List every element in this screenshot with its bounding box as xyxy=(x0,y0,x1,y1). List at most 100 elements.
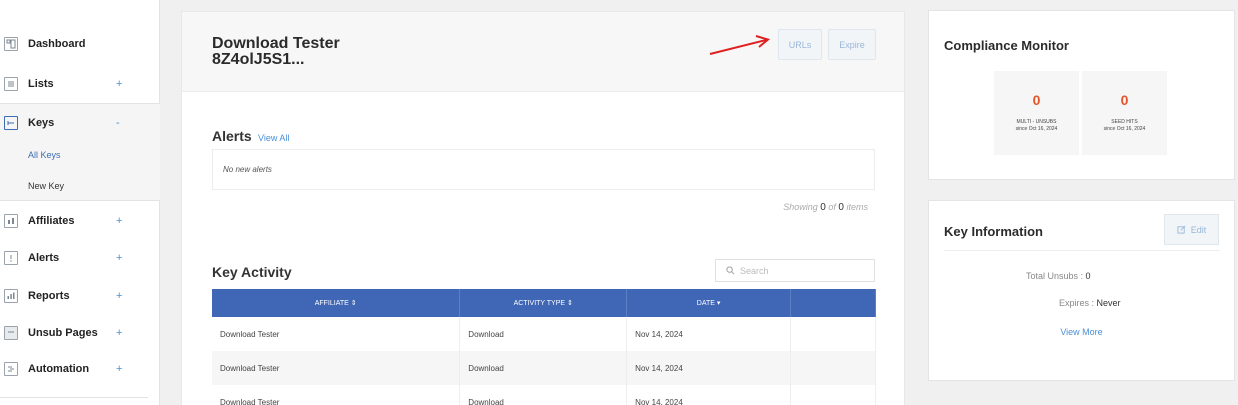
key-information-card: Key Information Edit Total Unsubs : 0 Ex… xyxy=(928,200,1235,381)
key-icon xyxy=(4,116,18,130)
seed-hits-stat[interactable]: 0 SEED HITS since Oct 16, 2024 xyxy=(1082,71,1167,155)
sidebar-item-label: Alerts xyxy=(28,252,60,264)
view-all-link[interactable]: View All xyxy=(258,133,289,143)
compliance-monitor-card: Compliance Monitor 0 MULTI - UNSUBS sinc… xyxy=(928,10,1235,180)
dashboard-icon xyxy=(4,37,18,51)
showing-prefix: Showing xyxy=(783,202,818,212)
empty-cell xyxy=(790,385,876,405)
key-id: 8Z4olJ5S1... xyxy=(212,51,305,68)
total-unsubs-label: Total Unsubs : xyxy=(1026,271,1084,281)
date-cell: Nov 14, 2024 xyxy=(626,385,792,405)
alert-icon xyxy=(4,251,18,265)
empty-cell xyxy=(790,317,876,351)
expand-icon[interactable]: + xyxy=(116,327,122,339)
unsub-pages-icon xyxy=(4,326,18,340)
stat-label: MULTI - UNSUBS xyxy=(1016,119,1057,125)
expand-icon[interactable]: + xyxy=(116,252,122,264)
affiliate-cell: Download Tester xyxy=(212,317,461,351)
divider xyxy=(0,397,148,398)
edit-label: Edit xyxy=(1190,224,1207,235)
column-header-date[interactable]: DATE ▾ xyxy=(626,289,792,317)
search-icon xyxy=(726,266,735,275)
date-cell: Nov 14, 2024 xyxy=(626,351,792,385)
key-information-title: Key Information xyxy=(944,224,1043,239)
keys-submenu: Keys - All Keys New Key xyxy=(0,103,160,201)
alerts-count: Showing 0 of 0 items xyxy=(783,202,868,213)
activity-type-cell: Download xyxy=(459,317,628,351)
activity-search-input[interactable]: Search xyxy=(715,259,875,282)
edit-icon xyxy=(1177,225,1186,234)
total-unsubs-value: 0 xyxy=(1085,271,1091,281)
sidebar-item-label: Dashboard xyxy=(28,38,86,50)
view-more-link[interactable]: View More xyxy=(929,327,1234,337)
sidebar-item-automation[interactable]: Automation + xyxy=(0,351,160,387)
showing-of: of xyxy=(828,202,836,212)
sidebar-item-label: Affiliates xyxy=(28,215,75,227)
sidebar: Dashboard Lists + Keys - All Keys New Ke… xyxy=(0,0,160,405)
table-row[interactable]: Download Tester Download Nov 14, 2024 xyxy=(212,317,876,351)
affiliates-icon xyxy=(4,214,18,228)
stat-label: SEED HITS xyxy=(1111,119,1138,125)
expand-icon[interactable]: + xyxy=(116,215,122,227)
sidebar-subitem-all-keys[interactable]: All Keys xyxy=(28,150,61,160)
table-row[interactable]: Download Tester Download Nov 14, 2024 xyxy=(212,385,876,405)
sidebar-item-affiliates[interactable]: Affiliates + xyxy=(0,203,160,239)
alerts-list: No new alerts xyxy=(212,149,875,190)
page-title: Download Tester 8Z4olJ5S1... xyxy=(212,36,340,68)
activity-type-cell: Download xyxy=(459,385,628,405)
affiliate-cell: Download Tester xyxy=(212,385,461,405)
urls-button[interactable]: URLs xyxy=(778,29,822,60)
expand-icon[interactable]: + xyxy=(116,290,122,302)
alerts-title: Alerts xyxy=(212,128,252,144)
edit-button[interactable]: Edit xyxy=(1164,214,1219,245)
stat-value: 0 xyxy=(1032,92,1041,108)
showing-total: 0 xyxy=(838,202,844,213)
automation-icon xyxy=(4,362,18,376)
divider xyxy=(944,250,1220,251)
table-row[interactable]: Download Tester Download Nov 14, 2024 xyxy=(212,351,876,385)
search-placeholder: Search xyxy=(740,265,769,276)
multi-unsubs-stat[interactable]: 0 MULTI - UNSUBS since Oct 16, 2024 xyxy=(994,71,1079,155)
sidebar-item-label: Keys xyxy=(28,117,55,129)
collapse-icon[interactable]: - xyxy=(116,117,120,129)
expires-value: Never xyxy=(1096,298,1121,308)
sidebar-item-dashboard[interactable]: Dashboard xyxy=(0,26,160,62)
expand-icon[interactable]: + xyxy=(116,363,122,375)
total-unsubs-row: Total Unsubs : 0 xyxy=(1026,271,1091,281)
compliance-monitor-title: Compliance Monitor xyxy=(944,38,1069,53)
column-header-empty xyxy=(790,289,876,317)
sidebar-subitem-new-key[interactable]: New Key xyxy=(28,181,64,191)
empty-alerts-text: No new alerts xyxy=(223,165,272,174)
reports-icon xyxy=(4,289,18,303)
affiliate-cell: Download Tester xyxy=(212,351,461,385)
expires-label: Expires : xyxy=(1059,298,1095,308)
annotation-arrow-icon xyxy=(709,35,771,55)
sidebar-item-unsub-pages[interactable]: Unsub Pages + xyxy=(0,315,160,351)
key-activity-title: Key Activity xyxy=(212,264,292,280)
expires-row: Expires : Never xyxy=(1059,298,1121,308)
sidebar-item-lists[interactable]: Lists + xyxy=(0,66,160,102)
sidebar-item-alerts[interactable]: Alerts + xyxy=(0,240,160,276)
stat-since: since Oct 16, 2024 xyxy=(1103,126,1146,132)
expire-button[interactable]: Expire xyxy=(828,29,876,60)
list-icon xyxy=(4,77,18,91)
sidebar-item-reports[interactable]: Reports + xyxy=(0,278,160,314)
key-header: Download Tester 8Z4olJ5S1... URLs Expire xyxy=(182,12,904,92)
stat-since: since Oct 16, 2024 xyxy=(1015,126,1058,132)
empty-cell xyxy=(790,351,876,385)
sidebar-item-keys[interactable]: Keys - xyxy=(0,105,160,141)
column-header-activity-type[interactable]: ACTIVITY TYPE ⇕ xyxy=(459,289,628,317)
sidebar-item-label: Reports xyxy=(28,290,70,302)
sidebar-item-label: Automation xyxy=(28,363,90,375)
stat-value: 0 xyxy=(1120,92,1129,108)
key-detail-panel: Download Tester 8Z4olJ5S1... URLs Expire… xyxy=(181,11,905,405)
showing-count: 0 xyxy=(820,202,826,213)
sidebar-item-label: Unsub Pages xyxy=(28,327,98,339)
key-name: Download Tester xyxy=(212,35,340,52)
column-header-affiliate[interactable]: AFFILIATE ⇕ xyxy=(212,289,461,317)
expand-icon[interactable]: + xyxy=(116,78,122,90)
activity-type-cell: Download xyxy=(459,351,628,385)
showing-suffix: items xyxy=(846,202,868,212)
sidebar-item-label: Lists xyxy=(28,78,54,90)
date-cell: Nov 14, 2024 xyxy=(626,317,792,351)
